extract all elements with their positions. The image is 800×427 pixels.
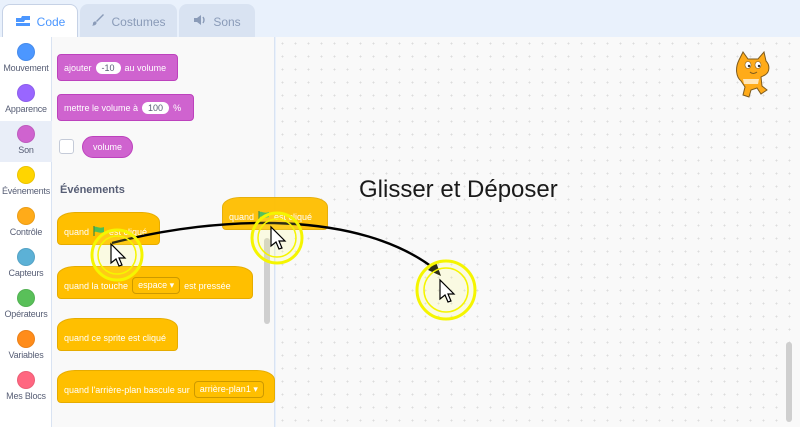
sprite-cat-icon[interactable]: [731, 50, 775, 100]
sensing-category-icon: [17, 248, 35, 266]
green-flag-icon: [93, 225, 105, 238]
tab-costumes-label: Costumes: [111, 14, 166, 29]
tab-costumes[interactable]: Costumes: [80, 4, 177, 38]
editor-tabs: Code Costumes Sons: [0, 0, 800, 39]
block-text: quand: [229, 211, 255, 222]
when-key-pressed-block[interactable]: quand la touche espace ▾ est pressée: [57, 266, 253, 299]
block-text: quand l'arrière-plan bascule sur: [64, 384, 190, 395]
tab-code-label: Code: [36, 15, 66, 29]
brush-icon: [91, 13, 105, 30]
backdrop-dropdown[interactable]: arrière-plan1 ▾: [193, 381, 264, 398]
backdrop-dropdown-value: arrière-plan1: [199, 384, 251, 394]
block-text: quand la touche: [64, 280, 129, 291]
block-text: est cliqué: [274, 211, 313, 222]
category-events[interactable]: Événements: [0, 162, 52, 203]
volume-reporter-block[interactable]: volume: [82, 136, 134, 158]
workspace-scrollbar[interactable]: [786, 342, 792, 422]
volume-monitor-checkbox[interactable]: [59, 139, 74, 154]
category-looks[interactable]: Apparence: [0, 80, 52, 121]
block-text: ajouter: [64, 62, 92, 73]
when-flag-clicked-block[interactable]: quand est cliqué: [57, 212, 160, 245]
green-flag-icon: [258, 210, 270, 223]
category-operators[interactable]: Opérateurs: [0, 285, 52, 326]
tab-code[interactable]: Code: [2, 4, 78, 39]
code-icon: [15, 15, 31, 30]
category-label: Événements: [1, 186, 51, 196]
motion-category-icon: [17, 43, 35, 61]
block-text: %: [173, 102, 182, 113]
block-text: au volume: [124, 62, 167, 73]
block-text: quand: [64, 226, 90, 237]
when-backdrop-switches-block[interactable]: quand l'arrière-plan bascule sur arrière…: [57, 370, 275, 403]
block-text: est cliqué: [109, 226, 148, 237]
variables-category-icon: [17, 330, 35, 348]
drag-drop-caption: Glisser et Déposer: [359, 176, 558, 203]
control-category-icon: [17, 207, 35, 225]
category-label: Apparence: [5, 104, 47, 114]
category-control[interactable]: Contrôle: [0, 203, 52, 244]
tab-sounds[interactable]: Sons: [179, 4, 255, 38]
category-label: Opérateurs: [4, 309, 48, 319]
sound-category-icon: [17, 125, 35, 143]
block-text: est pressée: [184, 280, 231, 291]
category-motion[interactable]: Mouvement: [0, 39, 52, 80]
looks-category-icon: [17, 84, 35, 102]
category-label: Contrôle: [9, 227, 43, 237]
category-sound[interactable]: Son: [0, 121, 52, 162]
my-blocks-category-icon: [17, 371, 35, 389]
key-dropdown[interactable]: espace ▾: [132, 277, 181, 294]
operators-category-icon: [17, 289, 35, 307]
change-volume-block[interactable]: ajouter -10 au volume: [57, 54, 178, 81]
category-label: Son: [18, 145, 34, 155]
palette-scrollbar[interactable]: [264, 238, 270, 324]
dragged-when-flag-block[interactable]: quand est cliqué: [222, 197, 328, 230]
category-label: Mouvement: [3, 63, 49, 73]
events-section-title: Événements: [60, 184, 125, 196]
category-label: Variables: [8, 350, 44, 360]
set-volume-block[interactable]: mettre le volume à 100 %: [57, 94, 194, 121]
category-label: Mes Blocs: [6, 391, 46, 401]
key-dropdown-value: espace: [138, 280, 168, 290]
category-label: Capteurs: [8, 268, 44, 278]
category-menu: Mouvement Apparence Son Événements Contr…: [0, 37, 52, 427]
when-sprite-clicked-block[interactable]: quand ce sprite est cliqué: [57, 318, 178, 351]
volume-change-input[interactable]: -10: [95, 61, 121, 74]
code-workspace[interactable]: [276, 37, 800, 427]
block-text: quand ce sprite est cliqué: [64, 332, 167, 343]
category-variables[interactable]: Variables: [0, 326, 52, 367]
category-sensing[interactable]: Capteurs: [0, 244, 52, 285]
speaker-icon: [193, 14, 207, 29]
volume-set-input[interactable]: 100: [142, 101, 170, 114]
tab-sounds-label: Sons: [213, 14, 241, 29]
events-category-icon: [17, 166, 35, 184]
block-text: mettre le volume à: [64, 102, 139, 113]
category-my-blocks[interactable]: Mes Blocs: [0, 367, 52, 408]
